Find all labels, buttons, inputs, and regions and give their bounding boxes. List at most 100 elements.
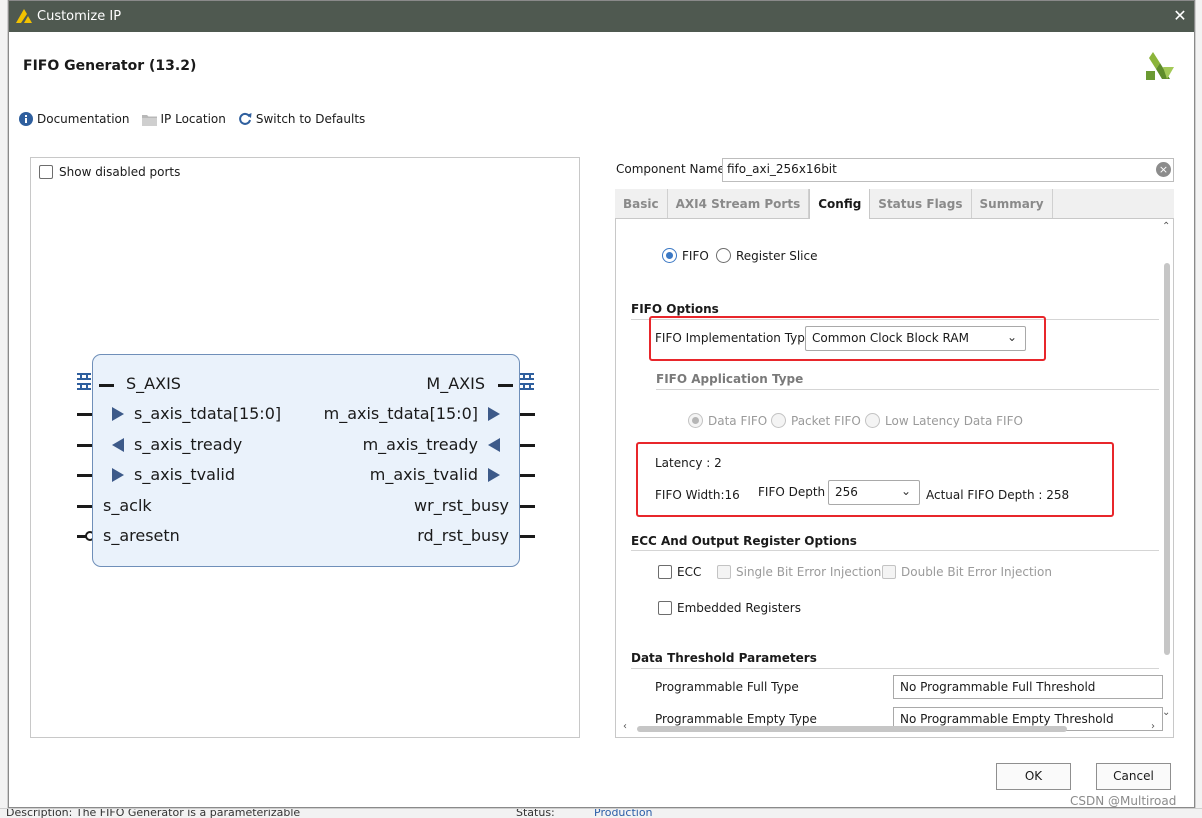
horizontal-scrollbar[interactable]: ‹ › xyxy=(615,721,1161,736)
documentation-button[interactable]: Documentation xyxy=(19,112,130,126)
tab-summary[interactable]: Summary xyxy=(972,189,1053,218)
pin-m-axis-tdata xyxy=(520,413,535,416)
tab-basic[interactable]: Basic xyxy=(615,189,668,218)
mode-register-slice-radio[interactable] xyxy=(716,248,731,263)
actual-fifo-depth: Actual FIFO Depth : 258 xyxy=(926,488,1070,502)
m-axis-bus-line xyxy=(498,384,513,387)
mode-fifo-option[interactable]: FIFO xyxy=(662,248,709,263)
s-axis-bus-icon[interactable] xyxy=(77,373,91,393)
app-type-data-fifo-radio xyxy=(688,413,703,428)
port-s-aresetn[interactable]: s_aresetn xyxy=(103,526,180,546)
double-bit-injection-checkbox xyxy=(882,565,896,579)
clear-icon[interactable]: × xyxy=(1156,162,1171,177)
tab-status-flags[interactable]: Status Flags xyxy=(870,189,972,218)
output-arrow-icon xyxy=(488,407,500,421)
title-bar[interactable]: Customize IP ✕ xyxy=(9,1,1194,32)
watermark: CSDN @Multiroad xyxy=(1070,794,1177,808)
impl-type-label: FIFO Implementation Type xyxy=(655,331,813,345)
prog-full-select[interactable]: No Programmable Full Threshold xyxy=(893,675,1163,699)
toolbar: Documentation IP Location Switch to Defa… xyxy=(19,110,377,128)
pin-s-axis-tdata xyxy=(77,413,92,416)
ecc-checkbox[interactable] xyxy=(658,565,672,579)
impl-type-select[interactable]: Common Clock Block RAM ⌄ xyxy=(805,326,1026,351)
component-name-input[interactable]: fifo_axi_256x16bit xyxy=(722,158,1174,182)
fifo-options-heading: FIFO Options xyxy=(631,302,719,316)
section-divider xyxy=(631,550,1159,551)
cancel-button[interactable]: Cancel xyxy=(1096,763,1171,790)
port-s-axis-tready[interactable]: s_axis_tready xyxy=(134,435,242,455)
ip-block-symbol[interactable]: S_AXIS M_AXIS s_axis_tdata[15:0] s_axis_… xyxy=(92,354,520,567)
chevron-down-icon: ⌄ xyxy=(900,484,911,498)
pin-m-axis-tvalid xyxy=(520,474,535,477)
config-tabs: Basic AXI4 Stream Ports Config Status Fl… xyxy=(615,189,1174,220)
tab-axi4-stream-ports[interactable]: AXI4 Stream Ports xyxy=(668,189,810,218)
ip-location-button[interactable]: IP Location xyxy=(141,112,226,126)
embedded-registers-option[interactable]: Embedded Registers xyxy=(658,601,801,615)
data-threshold-heading: Data Threshold Parameters xyxy=(631,651,817,665)
switch-to-defaults-label: Switch to Defaults xyxy=(255,112,366,126)
double-bit-injection-option: Double Bit Error Injection xyxy=(882,565,1052,579)
show-disabled-ports-checkbox[interactable] xyxy=(39,165,53,179)
background-window-bottom: Description: The FIFO Generator is a par… xyxy=(0,808,1202,818)
port-m-axis[interactable]: M_AXIS xyxy=(426,374,485,394)
scroll-left-icon[interactable]: ‹ xyxy=(623,721,627,732)
mode-register-slice-option[interactable]: Register Slice xyxy=(716,248,818,263)
m-axis-bus-icon[interactable] xyxy=(520,373,534,393)
window-title: Customize IP xyxy=(37,9,122,24)
app-type-packet-fifo-radio xyxy=(771,413,786,428)
port-s-axis-tdata[interactable]: s_axis_tdata[15:0] xyxy=(134,404,281,424)
ecc-option[interactable]: ECC xyxy=(658,565,701,579)
port-m-axis-tready[interactable]: m_axis_tready xyxy=(363,435,478,455)
embedded-registers-checkbox[interactable] xyxy=(658,601,672,615)
fifo-depth-value: 256 xyxy=(835,485,858,499)
scroll-right-icon[interactable]: › xyxy=(1151,721,1155,732)
tab-config[interactable]: Config xyxy=(809,189,871,220)
section-divider xyxy=(631,668,1159,669)
close-window-button[interactable]: ✕ xyxy=(1169,5,1191,27)
mode-fifo-radio[interactable] xyxy=(662,248,677,263)
vertical-scroll-thumb[interactable] xyxy=(1164,263,1170,655)
scroll-down-icon[interactable]: ⌄ xyxy=(1162,707,1170,718)
prog-full-label: Programmable Full Type xyxy=(655,680,799,694)
app-type-data-fifo: Data FIFO xyxy=(688,413,767,428)
background-window-left xyxy=(0,0,8,818)
ok-button[interactable]: OK xyxy=(996,763,1071,790)
horizontal-scroll-thumb[interactable] xyxy=(637,726,1067,732)
port-wr-rst-busy[interactable]: wr_rst_busy xyxy=(414,496,509,516)
info-icon xyxy=(19,112,33,126)
output-arrow-icon xyxy=(112,438,124,452)
port-s-axis[interactable]: S_AXIS xyxy=(126,374,181,394)
ip-location-label: IP Location xyxy=(160,112,226,126)
latency-value: Latency : 2 xyxy=(655,456,722,470)
ip-symbol-panel: Show disabled ports S_AXIS M_AXIS s_axis… xyxy=(30,157,580,738)
mode-register-slice-label: Register Slice xyxy=(736,248,818,263)
folder-icon xyxy=(141,114,157,126)
fifo-depth-select[interactable]: 256 ⌄ xyxy=(828,480,920,505)
config-pane: FIFO Register Slice FIFO Options FIFO Im… xyxy=(615,219,1174,738)
vivado-logo-icon xyxy=(16,9,32,23)
background-status-value: Production xyxy=(594,808,653,818)
input-arrow-icon xyxy=(488,438,500,452)
ecc-heading: ECC And Output Register Options xyxy=(631,534,857,548)
switch-to-defaults-button[interactable]: Switch to Defaults xyxy=(238,112,365,126)
pin-s-axis-tready xyxy=(77,444,92,447)
port-s-axis-tvalid[interactable]: s_axis_tvalid xyxy=(134,465,235,485)
component-name-label: Component Name xyxy=(616,162,725,176)
single-bit-injection-checkbox xyxy=(717,565,731,579)
port-m-axis-tdata[interactable]: m_axis_tdata[15:0] xyxy=(324,404,478,424)
port-rd-rst-busy[interactable]: rd_rst_busy xyxy=(417,526,509,546)
mode-fifo-label: FIFO xyxy=(682,248,709,263)
port-m-axis-tvalid[interactable]: m_axis_tvalid xyxy=(370,465,478,485)
scroll-up-icon[interactable]: ⌃ xyxy=(1162,221,1170,232)
show-disabled-ports-option[interactable]: Show disabled ports xyxy=(39,165,180,179)
pin-s-aclk xyxy=(77,505,92,508)
app-type-low-latency-radio xyxy=(865,413,880,428)
background-status-label: Status: xyxy=(516,808,555,818)
ip-title: FIFO Generator (13.2) xyxy=(23,58,197,74)
background-description: Description: The FIFO Generator is a par… xyxy=(6,808,301,818)
section-divider xyxy=(656,389,1159,390)
app-type-packet-fifo: Packet FIFO xyxy=(771,413,861,428)
port-s-aclk[interactable]: s_aclk xyxy=(103,496,152,516)
pin-s-axis-tvalid xyxy=(77,474,92,477)
vertical-scrollbar[interactable]: ⌃ ⌄ xyxy=(1161,221,1173,722)
